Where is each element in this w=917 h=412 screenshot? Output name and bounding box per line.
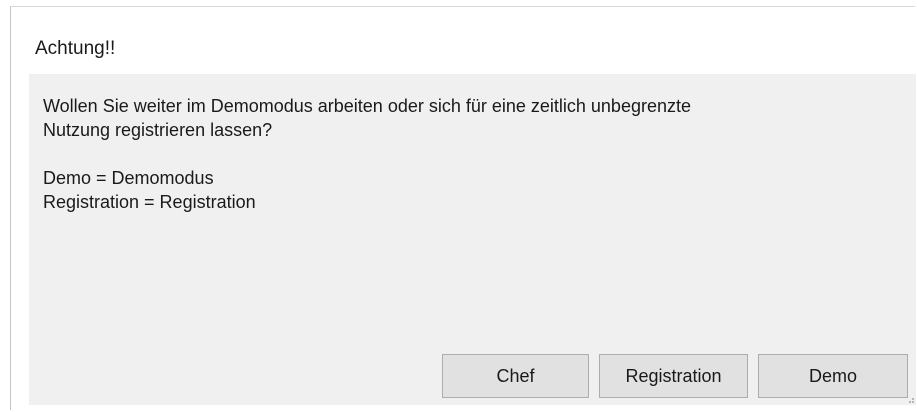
message-line: Registration = Registration [43, 192, 256, 212]
registration-button[interactable]: Registration [599, 354, 748, 398]
message-line: Wollen Sie weiter im Demomodus arbeiten … [43, 96, 691, 116]
demo-button[interactable]: Demo [758, 354, 908, 398]
message-line: Demo = Demomodus [43, 168, 214, 188]
chef-button[interactable]: Chef [442, 354, 589, 398]
message-dialog: Achtung!! Wollen Sie weiter im Demomodus… [10, 6, 916, 410]
dialog-title: Achtung!! [35, 38, 116, 59]
message-line: Nutzung registrieren lassen? [43, 120, 273, 140]
dialog-message: Wollen Sie weiter im Demomodus arbeiten … [43, 94, 883, 214]
dialog-body: Wollen Sie weiter im Demomodus arbeiten … [29, 74, 916, 405]
resize-grip-icon[interactable] [906, 395, 914, 403]
